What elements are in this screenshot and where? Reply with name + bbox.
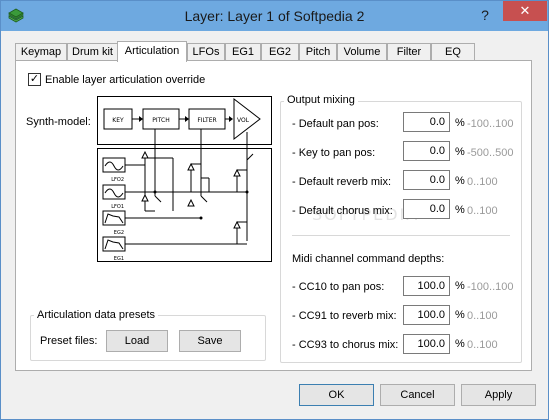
tab-eg1[interactable]: EG1 (225, 43, 261, 61)
window-title: Layer: Layer 1 of Softpedia 2 (184, 8, 365, 24)
eg1-label: EG1 (114, 256, 124, 262)
tab-filter[interactable]: Filter (387, 43, 431, 61)
cc10-to-pan-pos-label: - CC10 to pan pos: (292, 281, 385, 293)
cc10-to-pan-pos-unit: % (455, 280, 465, 292)
output-mixing-group (280, 101, 522, 363)
default-chorus-mix-range: 0..100 (467, 205, 498, 217)
default-reverb-mix-unit: % (455, 175, 465, 187)
cc10-to-pan-pos-range: -100..100 (467, 281, 514, 293)
tab-keymap[interactable]: Keymap (15, 43, 67, 61)
filter-block-label: FILTER (197, 117, 216, 124)
default-chorus-mix-unit: % (455, 204, 465, 216)
cc91-to-reverb-mix-unit: % (455, 309, 465, 321)
title-bar[interactable]: Layer: Layer 1 of Softpedia 2 ? ✕ (1, 1, 548, 31)
presets-group-title: Articulation data presets (34, 309, 159, 321)
cc91-to-reverb-mix-input[interactable]: 100.0 (403, 305, 450, 325)
key-block: KEY (103, 108, 133, 130)
layer-dialog: Layer: Layer 1 of Softpedia 2 ? ✕ Keymap… (0, 0, 549, 420)
pitch-block-label: PITCH (152, 117, 169, 124)
default-chorus-mix-input[interactable]: 0.0 (403, 199, 450, 219)
cc91-to-reverb-mix-label: - CC91 to reverb mix: (292, 310, 397, 322)
load-button[interactable]: Load (106, 330, 168, 352)
ok-button[interactable]: OK (299, 384, 374, 406)
cc93-to-chorus-mix-range: 0..100 (467, 339, 498, 351)
synth-model-label: Synth-model: (26, 116, 91, 128)
cc93-to-chorus-mix-label: - CC93 to chorus mix: (292, 339, 399, 351)
default-reverb-mix-range: 0..100 (467, 176, 498, 188)
tab-articulation[interactable]: Articulation (117, 41, 187, 62)
tab-drum-kit[interactable]: Drum kit (67, 43, 118, 61)
tab-eq[interactable]: EQ (431, 43, 475, 61)
key-to-pan-pos-unit: % (455, 146, 465, 158)
midi-depths-title: Midi channel command depths: (292, 253, 445, 265)
tab-eg2[interactable]: EG2 (261, 43, 299, 61)
apply-button[interactable]: Apply (461, 384, 536, 406)
cc93-to-chorus-mix-input[interactable]: 100.0 (403, 334, 450, 354)
filter-block: FILTER (188, 108, 226, 130)
key-to-pan-pos-range: -500..500 (467, 147, 514, 159)
default-chorus-mix-label: - Default chorus mix: (292, 205, 393, 217)
group-separator (292, 235, 510, 236)
default-pan-pos-input[interactable]: 0.0 (403, 112, 450, 132)
default-pan-pos-unit: % (455, 117, 465, 129)
close-button[interactable]: ✕ (503, 1, 547, 21)
cc91-to-reverb-mix-range: 0..100 (467, 310, 498, 322)
default-reverb-mix-label: - Default reverb mix: (292, 176, 392, 188)
tab-volume[interactable]: Volume (337, 43, 387, 61)
key-to-pan-pos-input[interactable]: 0.0 (403, 141, 450, 161)
lfo1-label: LFO1 (111, 204, 124, 210)
default-pan-pos-range: -100..100 (467, 118, 514, 130)
cancel-button[interactable]: Cancel (380, 384, 455, 406)
output-mixing-title: Output mixing (284, 94, 358, 106)
key-block-label: KEY (112, 117, 124, 124)
enable-override-checkbox[interactable]: ✓ (28, 73, 41, 86)
tab-pitch[interactable]: Pitch (299, 43, 337, 61)
eg2-label: EG2 (114, 230, 124, 236)
save-button[interactable]: Save (179, 330, 241, 352)
articulation-panel: ✓ Enable layer articulation override Syn… (15, 60, 532, 371)
lfo2-label: LFO2 (111, 177, 124, 183)
tab-lfos[interactable]: LFOs (187, 43, 225, 61)
default-reverb-mix-input[interactable]: 0.0 (403, 170, 450, 190)
vol-block-label: VOL (237, 117, 250, 124)
pitch-block: PITCH (142, 108, 180, 130)
preset-files-label: Preset files: (40, 335, 98, 347)
cc93-to-chorus-mix-unit: % (455, 338, 465, 350)
cc10-to-pan-pos-input[interactable]: 100.0 (403, 276, 450, 296)
key-to-pan-pos-label: - Key to pan pos: (292, 147, 376, 159)
enable-override-label: Enable layer articulation override (45, 74, 206, 86)
synth-model-diagram: KEY PITCH FILTER VOL LFO2 LFO1 EG2 EG1 (97, 96, 272, 262)
default-pan-pos-label: - Default pan pos: (292, 118, 379, 130)
help-button[interactable]: ? (473, 5, 497, 25)
